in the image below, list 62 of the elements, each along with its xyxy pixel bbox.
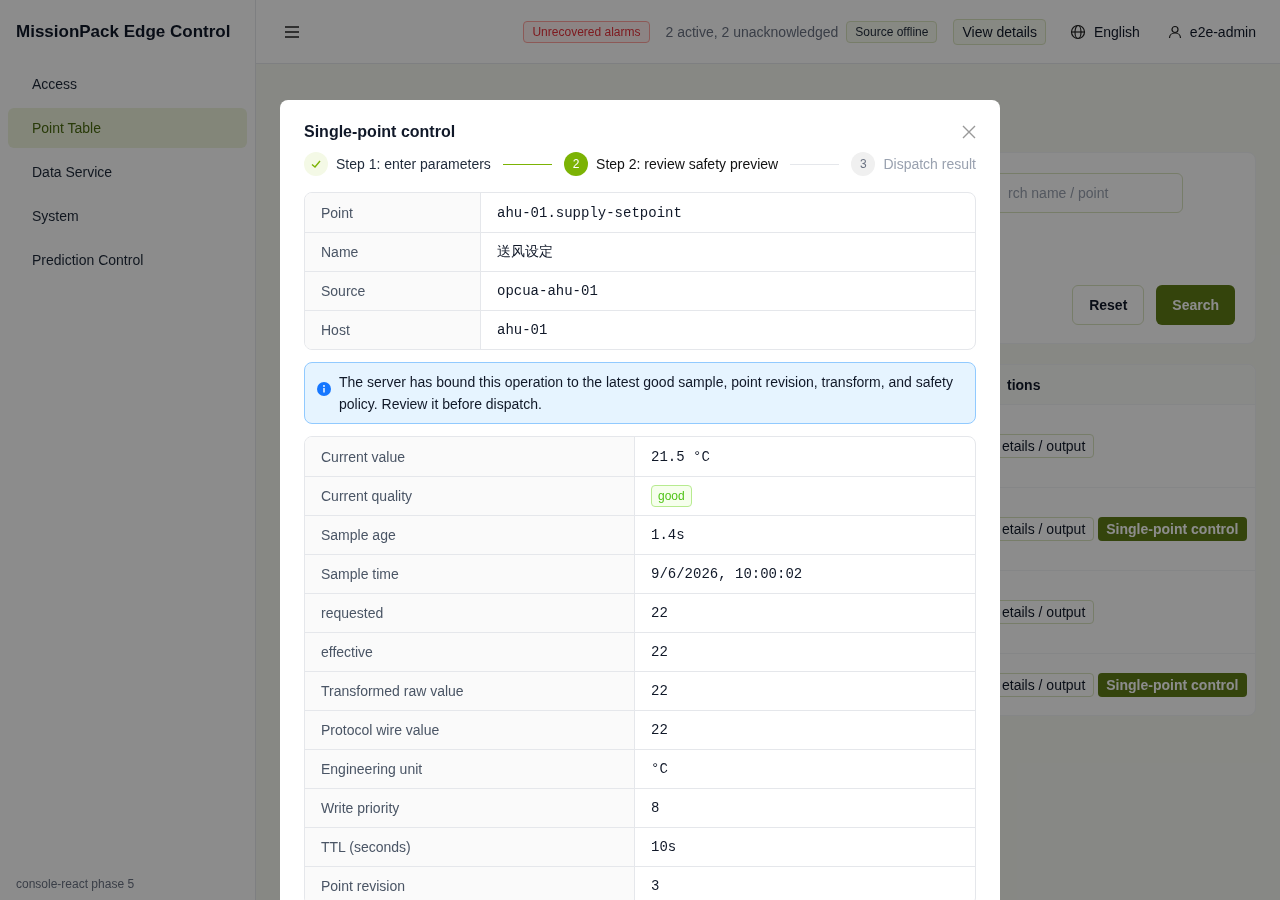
preview-label: Point revision — [305, 867, 635, 900]
info-label: Host — [305, 311, 481, 349]
preview-label: Write priority — [305, 789, 635, 827]
preview-label: Sample time — [305, 555, 635, 593]
info-icon — [317, 382, 331, 396]
info-value: opcua-ahu-01 — [496, 282, 599, 301]
single-point-control-button[interactable]: Single-point control — [1098, 672, 1247, 697]
preview-label: TTL (seconds) — [305, 828, 635, 866]
alarm-summary: 2 active, 2 unacknowledged — [665, 22, 839, 42]
reset-button[interactable]: Reset — [1072, 285, 1145, 325]
preview-label: Protocol wire value — [305, 711, 635, 749]
info-value: ahu-01.supply-setpoint — [496, 203, 683, 223]
info-value: ahu-01 — [496, 321, 549, 340]
quality-tag: good — [651, 485, 692, 507]
preview-value: 1.4s — [651, 526, 685, 545]
modal-title: Single-point control — [304, 122, 456, 142]
preview-value: 22 — [651, 682, 668, 701]
preview-value: 10s — [651, 838, 677, 857]
preview-label: Engineering unit — [305, 750, 635, 788]
language-selector[interactable]: English — [1093, 21, 1140, 42]
preview-value: 8 — [651, 799, 660, 818]
step-label: Step 2: review safety preview — [596, 155, 779, 174]
preview-value: 22 — [651, 643, 668, 662]
source-tag: Source offline — [846, 20, 938, 43]
alarm-tag: Unrecovered alarms — [523, 20, 650, 43]
preview-label: Transformed raw value — [305, 672, 635, 710]
preview-value: 22 — [651, 604, 668, 623]
preview-label: requested — [305, 594, 635, 632]
user-name[interactable]: e2e-admin — [1189, 21, 1256, 42]
preview-label: Sample age — [305, 516, 635, 554]
menu-icon[interactable] — [284, 24, 300, 39]
info-label: Source — [305, 272, 481, 310]
info-label: Point — [305, 193, 481, 232]
preview-value: 22 — [651, 721, 668, 740]
sidebar-item[interactable]: Prediction Control — [8, 240, 247, 280]
alert-text: The server has bound this operation to the latest good sample, point revision, transform, and safety policy. Review it before dispatch. — [339, 373, 954, 414]
preview-value: 9/6/2026, 10:00:02 — [651, 565, 803, 584]
preview-value: 3 — [651, 877, 660, 896]
info-value: 送风设定 — [496, 243, 554, 262]
user-icon[interactable] — [1167, 24, 1182, 39]
step-number: 3 — [851, 152, 876, 176]
column-header: tions — [1007, 375, 1041, 395]
version-text: console-react phase 5 — [15, 876, 136, 893]
sidebar-item[interactable]: Data Service — [8, 152, 247, 192]
globe-icon[interactable] — [1069, 23, 1086, 40]
preview-label: Current value — [305, 437, 635, 476]
sidebar-item[interactable]: Access — [8, 64, 247, 104]
step-label: Dispatch result — [883, 155, 976, 174]
info-label: Name — [305, 233, 481, 271]
preview-label: Current quality — [305, 477, 635, 515]
preview-value: 21.5 °C — [651, 447, 710, 467]
single-point-control-button[interactable]: Single-point control — [1098, 517, 1247, 541]
preview-label: effective — [305, 633, 635, 671]
step-label: Step 1: enter parameters — [336, 155, 491, 174]
sidebar-item[interactable]: System — [8, 196, 247, 236]
search-button[interactable]: Search — [1156, 285, 1235, 325]
step-number: 2 — [564, 152, 589, 176]
preview-value: °C — [651, 760, 668, 779]
sidebar-item[interactable]: Point Table — [8, 108, 247, 148]
view-details-button[interactable]: View details — [953, 18, 1046, 45]
app-title: MissionPack Edge Control — [15, 21, 232, 44]
close-icon[interactable] — [962, 125, 976, 139]
